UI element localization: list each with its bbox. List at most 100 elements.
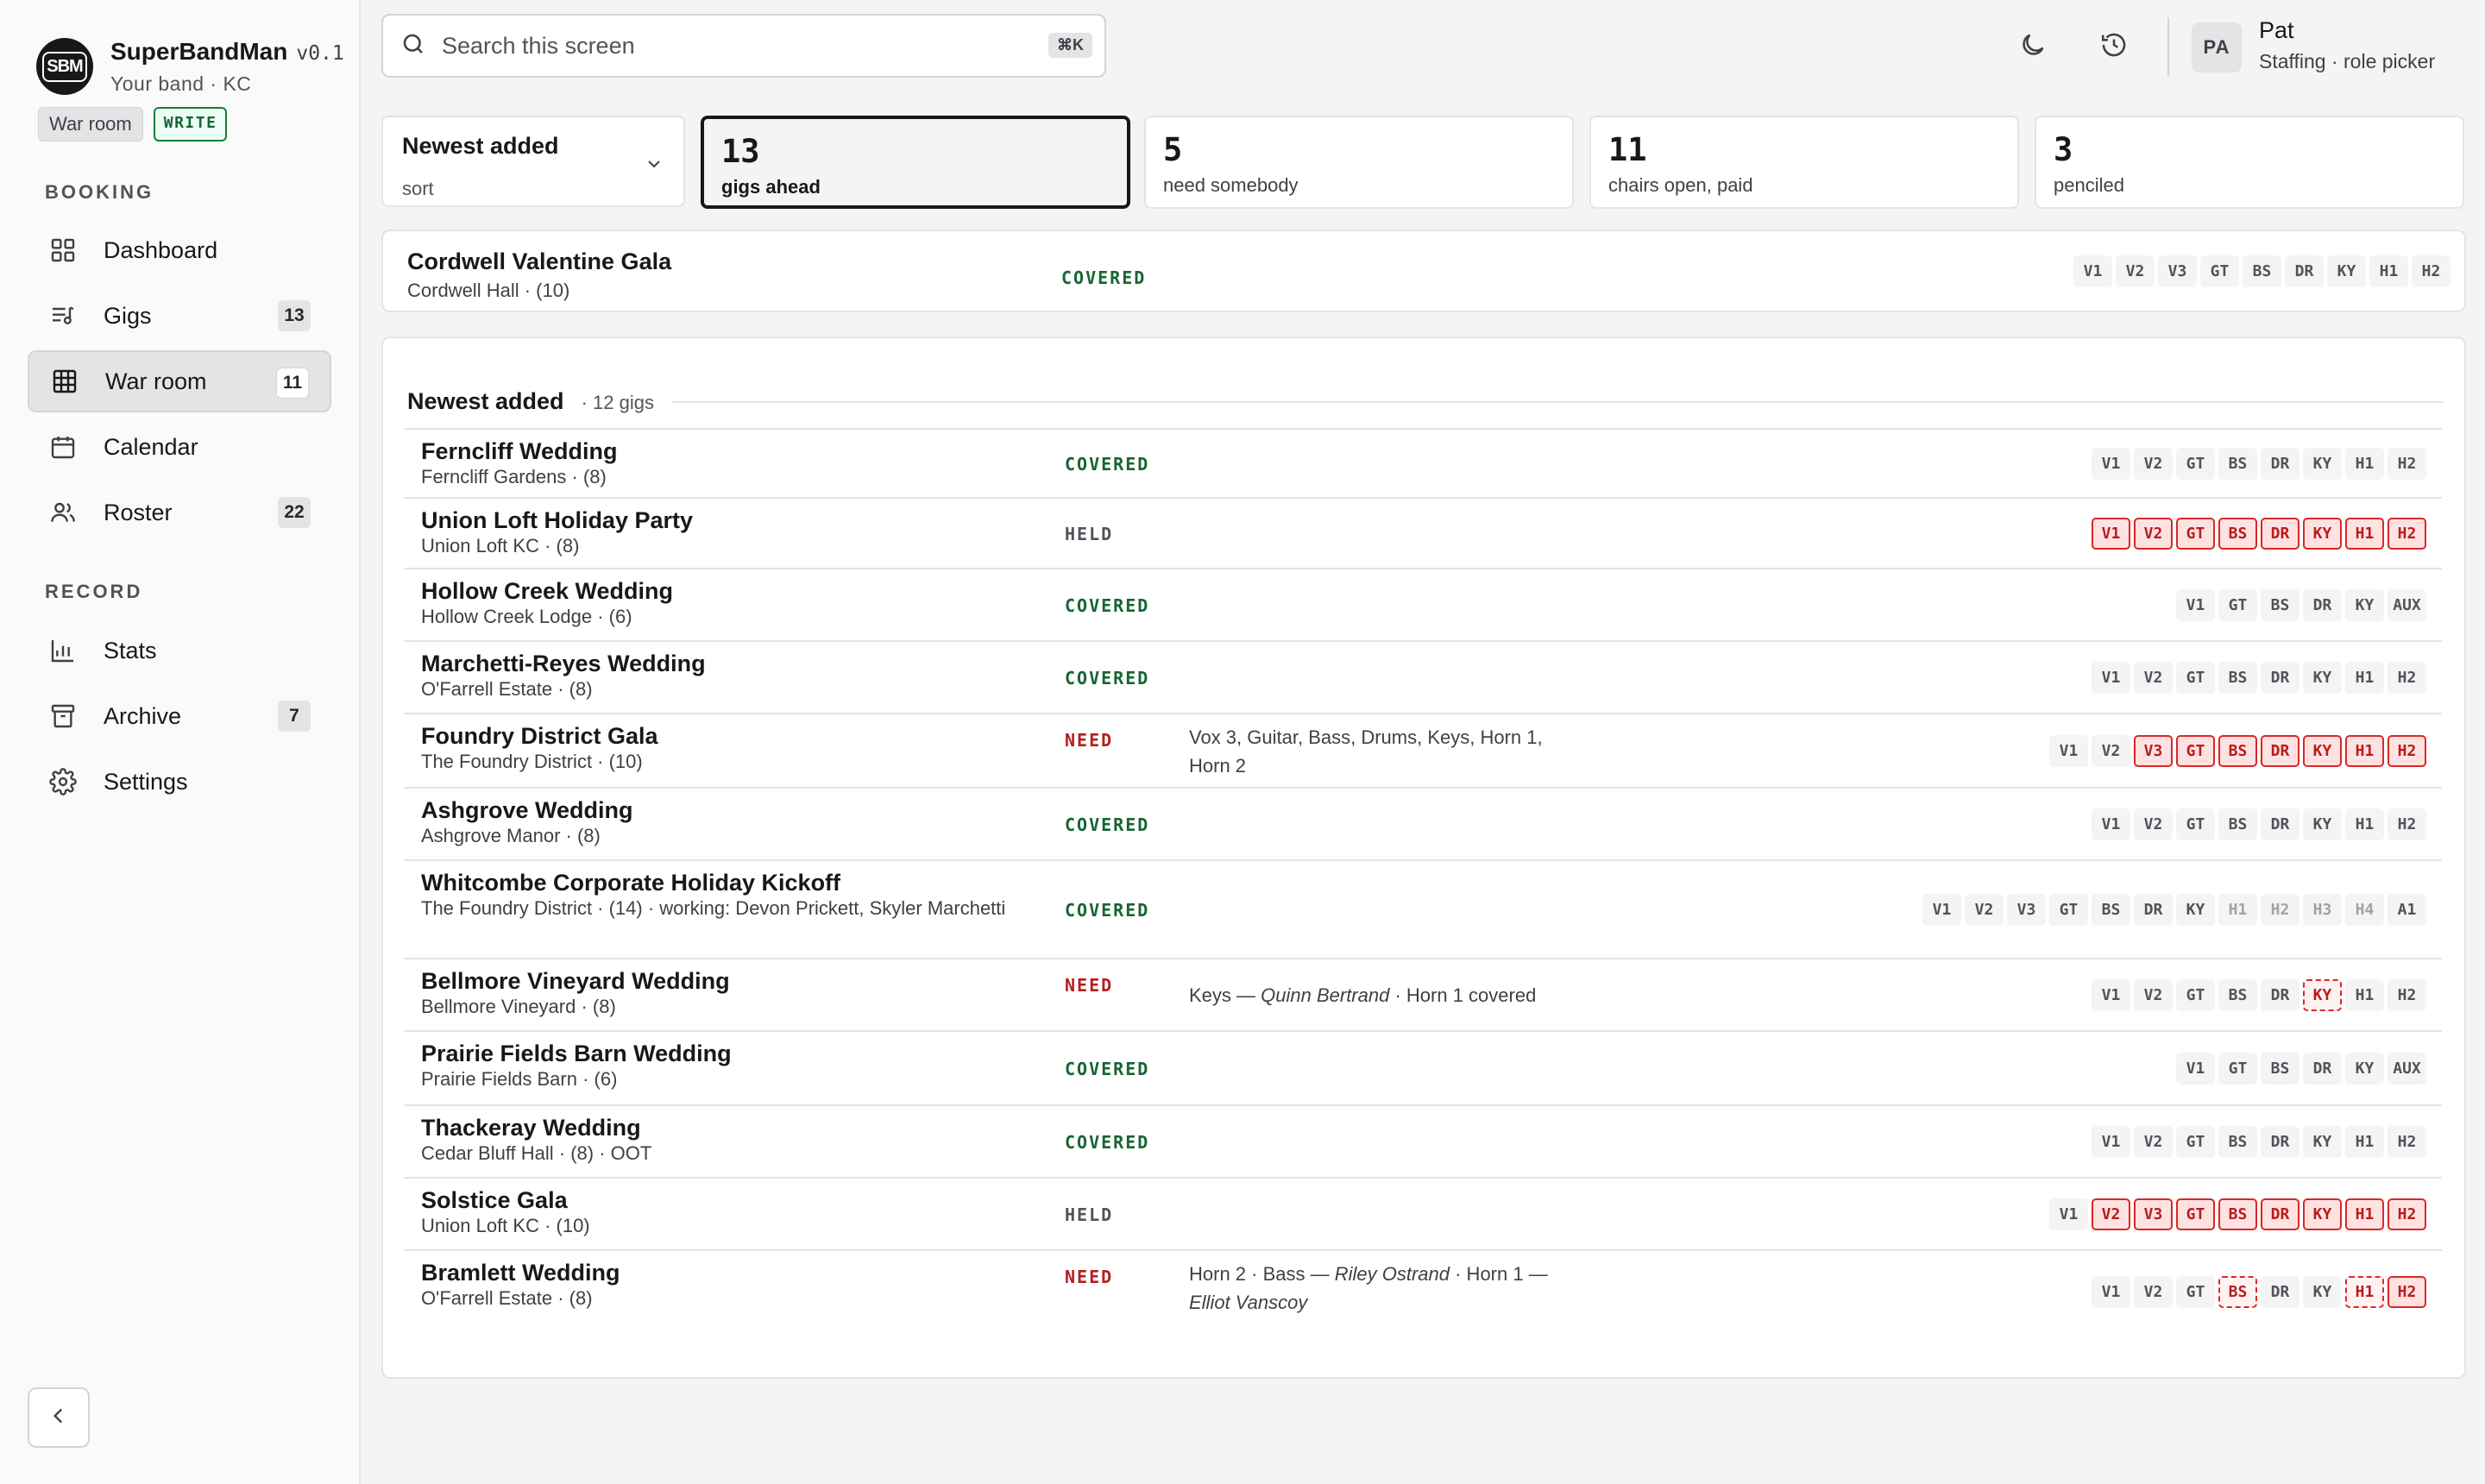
chair-pill-h4[interactable]: H4 [2345, 894, 2384, 926]
gig-row[interactable]: Whitcombe Corporate Holiday Kickoff The F… [404, 859, 2442, 958]
chair-pill-dr[interactable]: DR [2303, 589, 2342, 621]
sidebar-item-settings[interactable]: Settings [28, 751, 331, 813]
collapse-sidebar-button[interactable] [28, 1387, 90, 1448]
chair-pill-bs[interactable]: BS [2218, 979, 2257, 1011]
chair-pill-v1[interactable]: V1 [2049, 735, 2088, 767]
chair-pill-h1[interactable]: H1 [2345, 448, 2384, 480]
sidebar-item-archive[interactable]: Archive 7 [28, 685, 331, 747]
chair-pill-bs[interactable]: BS [2218, 448, 2257, 480]
chair-pill-bs[interactable]: BS [2243, 255, 2281, 287]
chair-pill-v1[interactable]: V1 [2049, 1198, 2088, 1230]
chair-pill-ky[interactable]: KY [2303, 735, 2342, 767]
avatar[interactable]: PA [2192, 22, 2242, 72]
chair-pill-v3[interactable]: V3 [2134, 735, 2173, 767]
chair-pill-ky[interactable]: KY [2345, 1053, 2384, 1085]
history-button[interactable] [2090, 22, 2138, 71]
chair-pill-v1[interactable]: V1 [1922, 894, 1961, 926]
chair-pill-v2[interactable]: V2 [2134, 662, 2173, 694]
chair-pill-a1[interactable]: A1 [2387, 894, 2426, 926]
chair-pill-gt[interactable]: GT [2176, 448, 2215, 480]
gig-row[interactable]: Bellmore Vineyard Wedding Bellmore Vineya… [404, 958, 2442, 1030]
chair-pill-dr[interactable]: DR [2134, 894, 2173, 926]
chair-pill-dr[interactable]: DR [2261, 1198, 2299, 1230]
search-input[interactable] [442, 32, 1011, 60]
chair-pill-ky[interactable]: KY [2303, 808, 2342, 840]
chair-pill-aux[interactable]: AUX [2387, 1053, 2426, 1085]
sidebar-item-dashboard[interactable]: Dashboard [28, 219, 331, 281]
chair-pill-v1[interactable]: V1 [2092, 448, 2130, 480]
chair-pill-h1[interactable]: H1 [2345, 808, 2384, 840]
chair-pill-h2[interactable]: H2 [2387, 808, 2426, 840]
search-box[interactable]: ⌘K [381, 14, 1106, 78]
chair-pill-h2[interactable]: H2 [2387, 979, 2426, 1011]
chair-pill-h1[interactable]: H1 [2345, 662, 2384, 694]
chair-pill-dr[interactable]: DR [2285, 255, 2324, 287]
chair-pill-dr[interactable]: DR [2261, 735, 2299, 767]
sort-select[interactable]: Newest added sort [381, 116, 685, 207]
chair-pill-h2[interactable]: H2 [2412, 255, 2450, 287]
chair-pill-bs[interactable]: BS [2218, 735, 2257, 767]
chair-pill-v1[interactable]: V1 [2092, 518, 2130, 550]
sidebar-item-war-room[interactable]: War room 11 [28, 350, 331, 412]
chair-pill-v3[interactable]: V3 [2134, 1198, 2173, 1230]
chair-pill-v2[interactable]: V2 [2134, 448, 2173, 480]
chair-pill-v2[interactable]: V2 [2134, 808, 2173, 840]
chair-pill-ky[interactable]: KY [2303, 1198, 2342, 1230]
chair-pill-dr[interactable]: DR [2261, 808, 2299, 840]
chair-pill-gt[interactable]: GT [2176, 979, 2215, 1011]
gig-row[interactable]: Union Loft Holiday Party Union Loft KC · … [404, 497, 2442, 568]
chair-pill-gt[interactable]: GT [2218, 1053, 2257, 1085]
chair-pill-gt[interactable]: GT [2176, 1276, 2215, 1308]
chair-pill-v1[interactable]: V1 [2092, 1276, 2130, 1308]
chair-pill-h1[interactable]: H1 [2345, 979, 2384, 1011]
chair-pill-bs[interactable]: BS [2261, 1053, 2299, 1085]
chair-pill-bs[interactable]: BS [2218, 1198, 2257, 1230]
chair-pill-v1[interactable]: V1 [2073, 255, 2112, 287]
chair-pill-v1[interactable]: V1 [2092, 979, 2130, 1011]
chair-pill-v2[interactable]: V2 [2134, 1276, 2173, 1308]
chair-pill-dr[interactable]: DR [2303, 1053, 2342, 1085]
chair-pill-dr[interactable]: DR [2261, 979, 2299, 1011]
gig-row[interactable]: Ferncliff Wedding Ferncliff Gardens · (8)… [404, 428, 2442, 497]
chair-pill-ky[interactable]: KY [2303, 1126, 2342, 1158]
stat-card-gigs-ahead[interactable]: 13 gigs ahead [701, 116, 1130, 209]
chair-pill-h1[interactable]: H1 [2345, 1276, 2384, 1308]
chair-pill-h2[interactable]: H2 [2387, 662, 2426, 694]
chair-pill-h1[interactable]: H1 [2345, 1126, 2384, 1158]
chair-pill-gt[interactable]: GT [2176, 1198, 2215, 1230]
chair-pill-v2[interactable]: V2 [2134, 518, 2173, 550]
chair-pill-h1[interactable]: H1 [2218, 894, 2257, 926]
app-logo[interactable]: SBM [36, 38, 93, 95]
sidebar-item-calendar[interactable]: Calendar [28, 416, 331, 478]
chair-pill-v1[interactable]: V1 [2092, 662, 2130, 694]
stat-card-penciled[interactable]: 3 penciled [2035, 116, 2464, 209]
chair-pill-dr[interactable]: DR [2261, 448, 2299, 480]
chair-pill-v1[interactable]: V1 [2092, 1126, 2130, 1158]
gig-row[interactable]: Bramlett Wedding O'Farrell Estate · (8) NE… [404, 1249, 2442, 1332]
chair-pill-gt[interactable]: GT [2200, 255, 2239, 287]
chair-pill-ky[interactable]: KY [2303, 979, 2342, 1011]
chair-pill-v3[interactable]: V3 [2158, 255, 2197, 287]
gig-row[interactable]: Prairie Fields Barn Wedding Prairie Field… [404, 1030, 2442, 1104]
chair-pill-v2[interactable]: V2 [2092, 1198, 2130, 1230]
chair-pill-aux[interactable]: AUX [2387, 589, 2426, 621]
chair-pill-gt[interactable]: GT [2176, 735, 2215, 767]
chair-pill-v2[interactable]: V2 [2092, 735, 2130, 767]
sidebar-item-stats[interactable]: Stats [28, 619, 331, 682]
chair-pill-ky[interactable]: KY [2327, 255, 2366, 287]
chair-pill-v1[interactable]: V1 [2176, 1053, 2215, 1085]
chair-pill-dr[interactable]: DR [2261, 1126, 2299, 1158]
chair-pill-h2[interactable]: H2 [2387, 1198, 2426, 1230]
chair-pill-ky[interactable]: KY [2345, 589, 2384, 621]
chair-pill-v2[interactable]: V2 [2134, 1126, 2173, 1158]
chair-pill-h1[interactable]: H1 [2345, 518, 2384, 550]
theme-toggle-button[interactable] [2009, 22, 2057, 71]
gig-row[interactable]: Foundry District Gala The Foundry Distric… [404, 713, 2442, 787]
chair-pill-dr[interactable]: DR [2261, 1276, 2299, 1308]
chair-pill-h2[interactable]: H2 [2387, 1126, 2426, 1158]
chair-pill-h3[interactable]: H3 [2303, 894, 2342, 926]
sidebar-item-roster[interactable]: Roster 22 [28, 481, 331, 544]
gig-row[interactable]: Hollow Creek Wedding Hollow Creek Lodge ·… [404, 568, 2442, 640]
gig-row[interactable]: Marchetti-Reyes Wedding O'Farrell Estate … [404, 640, 2442, 713]
chair-pill-v1[interactable]: V1 [2092, 808, 2130, 840]
